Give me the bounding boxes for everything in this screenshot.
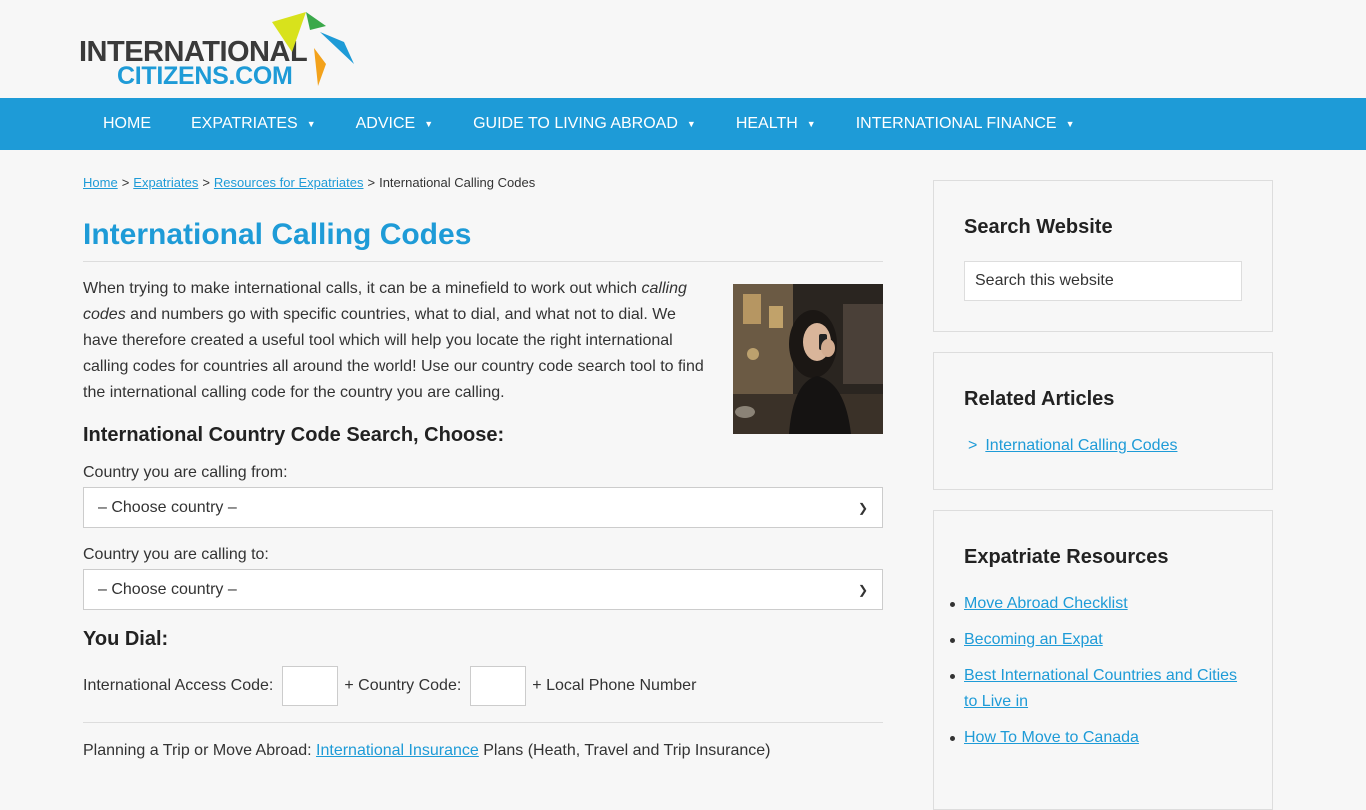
access-code-field[interactable]: [282, 666, 339, 706]
site-header: INTERNATIONAL CITIZENS.COM: [0, 0, 1366, 98]
list-item: Move Abroad Checklist: [950, 591, 1254, 617]
country-code-label: + Country Code:: [344, 677, 462, 694]
insurance-suffix: Plans (Heath, Travel and Trip Insurance): [478, 742, 771, 759]
expatriate-resources-widget: Expatriate Resources Move Abroad Checkli…: [933, 510, 1273, 810]
breadcrumb-separator: >: [121, 175, 130, 190]
calling-from-select[interactable]: – Choose country – ❯: [83, 487, 883, 528]
international-insurance-link[interactable]: International Insurance: [316, 742, 479, 759]
search-heading: International Country Code Search, Choos…: [83, 424, 505, 446]
dial-heading: You Dial:: [83, 628, 169, 650]
caret-down-icon: ▼: [1065, 119, 1075, 129]
nav-item-label: HOME: [103, 115, 151, 132]
search-input[interactable]: Search this website: [964, 261, 1242, 301]
breadcrumb-expatriates-link[interactable]: Expatriates: [133, 175, 198, 190]
resource-link[interactable]: How To Move to Canada: [964, 729, 1139, 746]
intro-text-1: When trying to make international calls,…: [83, 280, 642, 297]
intro-text-2: and numbers go with specific countries, …: [83, 306, 704, 401]
calling-to-value: – Choose country –: [98, 580, 237, 598]
breadcrumb-separator: >: [367, 175, 376, 190]
woman-on-phone-photo: [733, 284, 883, 434]
nav-item-international-finance[interactable]: INTERNATIONAL FINANCE ▼: [836, 115, 1095, 133]
country-code-field[interactable]: [470, 666, 527, 706]
caret-down-icon: ▼: [686, 119, 696, 129]
search-widget: Search Website Search this website: [933, 180, 1273, 332]
intro-paragraph: When trying to make international calls,…: [83, 276, 713, 406]
nav-item-label: HEALTH: [735, 115, 798, 132]
nav-item-label: GUIDE TO LIVING ABROAD: [473, 115, 678, 132]
nav-item-home[interactable]: HOME: [83, 115, 171, 133]
expatriate-resources-title: Expatriate Resources: [964, 546, 1169, 568]
insurance-line: Planning a Trip or Move Abroad: Internat…: [83, 742, 771, 760]
page-title: International Calling Codes: [83, 218, 883, 262]
calling-from-label: Country you are calling from:: [83, 464, 288, 481]
access-code-label: International Access Code:: [83, 677, 274, 694]
caret-down-icon: ▼: [306, 119, 316, 129]
related-article-item: > International Calling Codes: [968, 437, 1177, 455]
nav-item-label: ADVICE: [355, 115, 416, 132]
bullet-icon: [950, 674, 955, 679]
nav-item-advice[interactable]: ADVICE ▼: [336, 115, 454, 133]
list-item: Best International Countries and Cities …: [950, 663, 1254, 715]
search-input-placeholder: Search this website: [975, 272, 1114, 289]
resources-list: Move Abroad Checklist Becoming an Expat …: [950, 591, 1254, 761]
insurance-prefix: Planning a Trip or Move Abroad:: [83, 742, 317, 759]
logo-line-2: CITIZENS.COM: [117, 62, 293, 90]
calling-to-select[interactable]: – Choose country – ❯: [83, 569, 883, 610]
bullet-icon: [950, 638, 955, 643]
main-nav-list: HOME EXPATRIATES ▼ ADVICE ▼ GUIDE TO LIVING A…: [0, 98, 1366, 150]
breadcrumb-current: International Calling Codes: [379, 175, 536, 190]
breadcrumb-resources-link[interactable]: Resources for Expatriates: [214, 175, 364, 190]
resource-link[interactable]: Becoming an Expat: [964, 631, 1103, 648]
bullet-icon: [950, 736, 955, 741]
chevron-down-icon: ❯: [857, 500, 868, 515]
search-widget-title: Search Website: [964, 216, 1113, 238]
related-articles-widget: Related Articles > International Calling …: [933, 352, 1273, 490]
nav-item-health[interactable]: HEALTH ▼: [716, 115, 836, 133]
related-articles-title: Related Articles: [964, 388, 1115, 410]
resource-link[interactable]: Best International Countries and Cities …: [964, 667, 1237, 710]
breadcrumb: Home > Expatriates > Resources for Expatriat…: [83, 175, 535, 190]
breadcrumb-home-link[interactable]: Home: [83, 175, 118, 190]
list-item: Becoming an Expat: [950, 627, 1254, 653]
caret-down-icon: ▼: [424, 119, 434, 129]
chevron-down-icon: ❯: [857, 582, 868, 597]
nav-item-label: INTERNATIONAL FINANCE: [855, 115, 1057, 132]
main-nav: HOME EXPATRIATES ▼ ADVICE ▼ GUIDE TO LIVING A…: [0, 98, 1366, 150]
nav-item-expatriates[interactable]: EXPATRIATES ▼: [171, 115, 336, 133]
logo-sail-icon: [272, 12, 354, 86]
local-number-label: + Local Phone Number: [532, 677, 697, 694]
bullet-icon: [950, 602, 955, 607]
caret-down-icon: ▼: [806, 119, 816, 129]
breadcrumb-separator: >: [202, 175, 210, 190]
resource-link[interactable]: Move Abroad Checklist: [964, 595, 1128, 612]
divider: [83, 722, 883, 723]
site-logo[interactable]: INTERNATIONAL CITIZENS.COM: [78, 8, 368, 90]
list-item: How To Move to Canada: [950, 725, 1254, 751]
dial-row: International Access Code: + Country Cod…: [83, 666, 696, 706]
chevron-right-icon: >: [968, 437, 978, 454]
calling-to-label: Country you are calling to:: [83, 546, 269, 563]
nav-item-label: EXPATRIATES: [191, 115, 298, 132]
related-article-link[interactable]: International Calling Codes: [985, 437, 1177, 454]
calling-from-value: – Choose country –: [98, 498, 237, 516]
nav-item-guide-to-living-abroad[interactable]: GUIDE TO LIVING ABROAD ▼: [453, 115, 716, 133]
